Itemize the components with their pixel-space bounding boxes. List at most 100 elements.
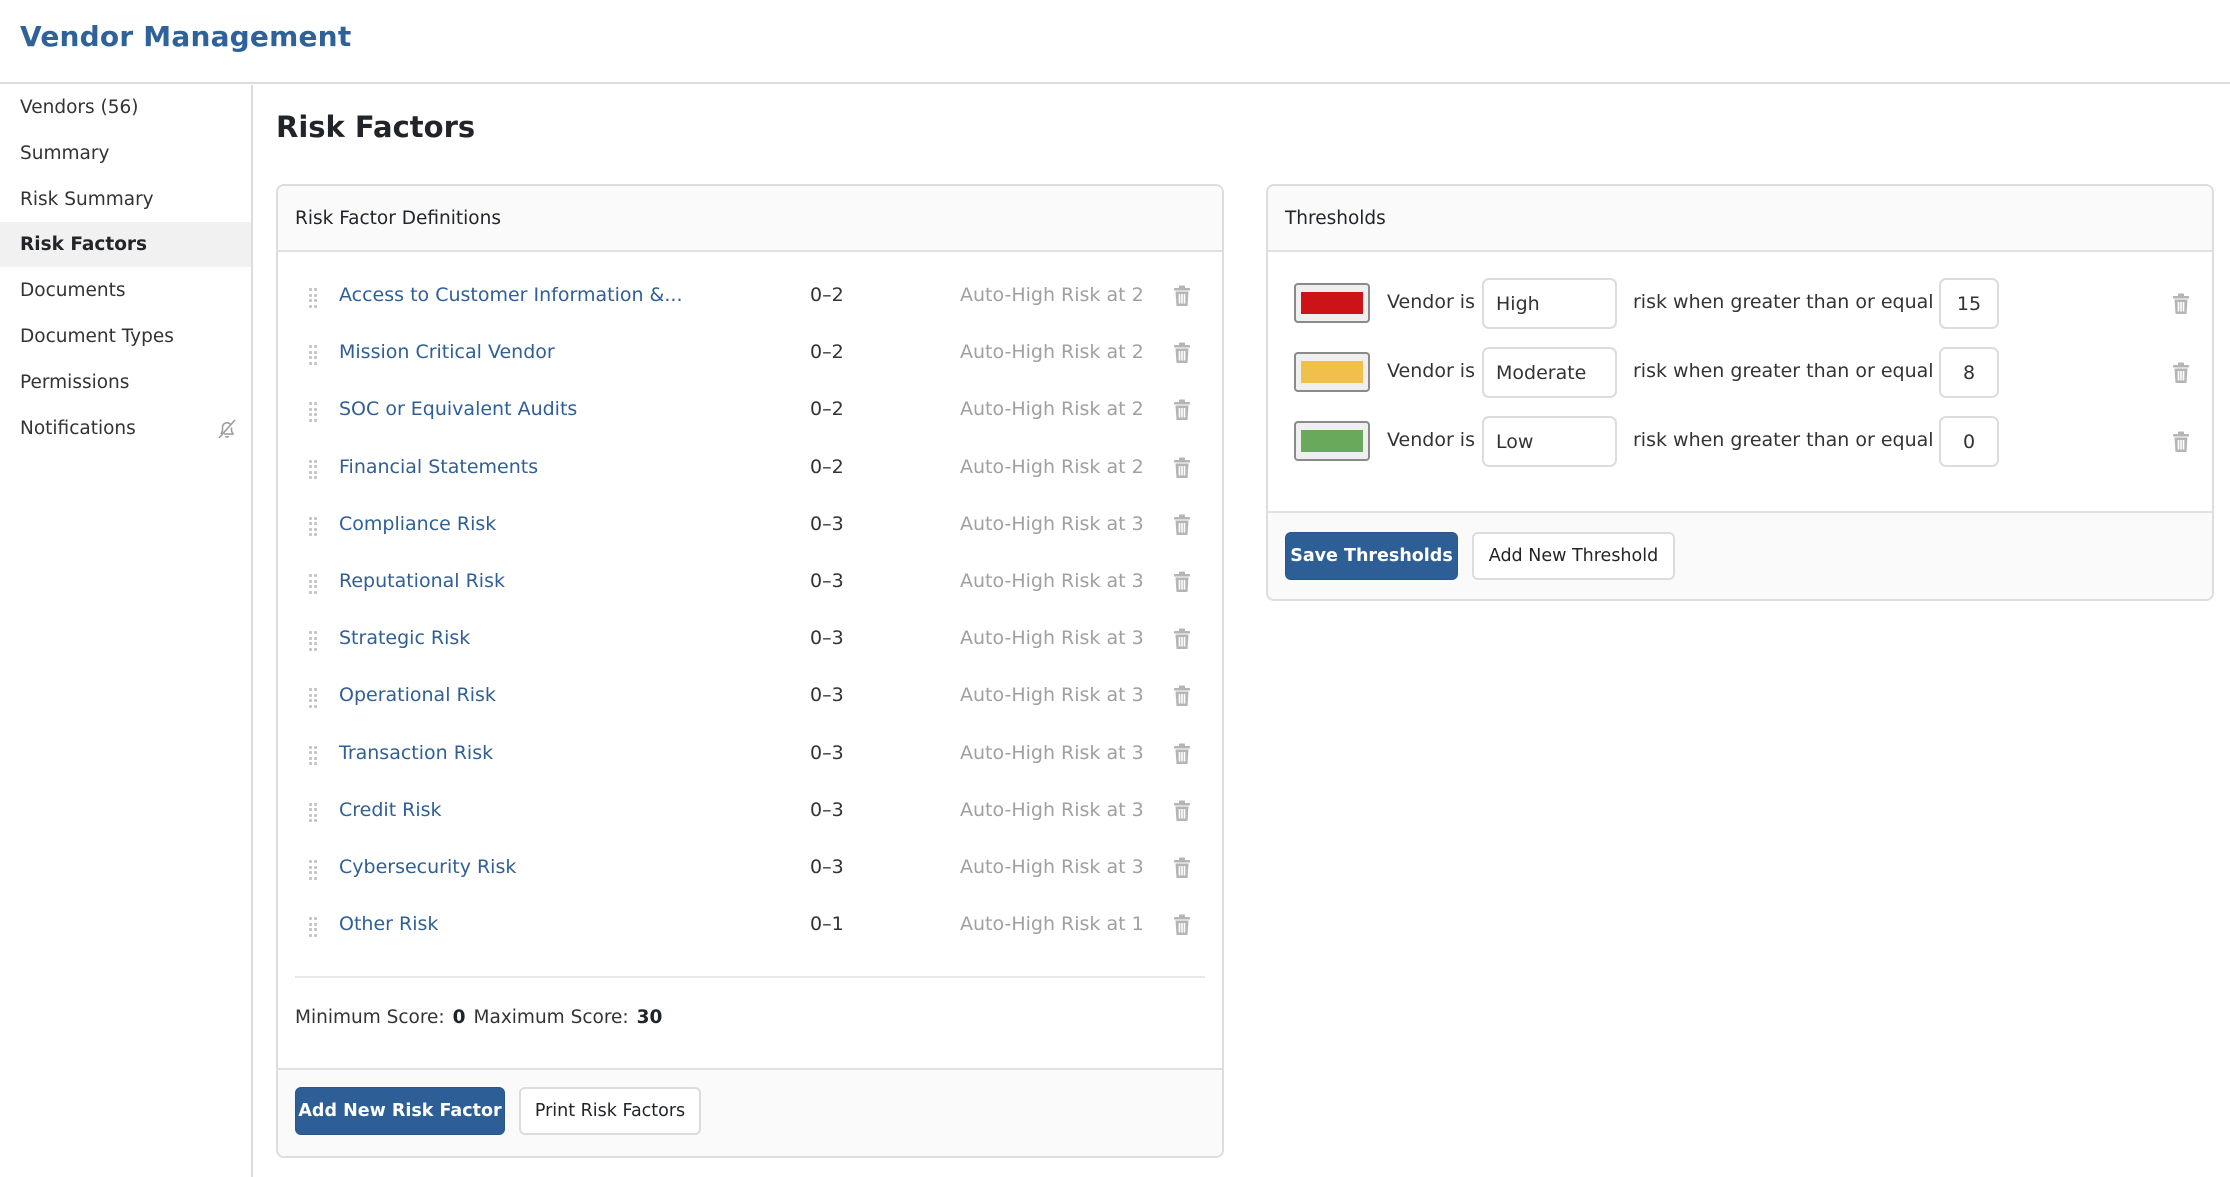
- trash-icon[interactable]: [2172, 293, 2190, 315]
- drag-handle-icon[interactable]: [309, 802, 319, 823]
- drag-handle-icon[interactable]: [309, 574, 319, 594]
- trash-icon[interactable]: [1173, 457, 1191, 479]
- drag-handle-icon[interactable]: [309, 745, 319, 766]
- risk-factor-range: 0–1: [810, 913, 844, 936]
- threshold-value-input[interactable]: 8: [1939, 347, 1999, 398]
- trash-icon[interactable]: [1173, 914, 1191, 936]
- sidebar-item-label: Documents: [20, 280, 126, 302]
- drag-handle-icon[interactable]: [309, 345, 319, 365]
- auto-high-risk-label: Auto-High Risk at 2: [960, 341, 1144, 364]
- sidebar-item-label: Risk Factors: [20, 234, 148, 256]
- threshold-row: Vendor is Low risk when greater than or eq…: [1268, 416, 2212, 468]
- risk-factor-name-link[interactable]: Operational Risk: [339, 684, 496, 706]
- card-footer: Add New Risk Factor Print Risk Factors: [278, 1068, 1222, 1156]
- sidebar-item-summary[interactable]: Summary: [0, 131, 251, 176]
- bell-slash-icon[interactable]: [215, 417, 239, 441]
- risk-factor-row: Cybersecurity Risk 0–3 Auto-High Risk at 3: [278, 841, 1222, 898]
- drag-handle-icon[interactable]: [309, 402, 319, 422]
- risk-factor-name-link[interactable]: Compliance Risk: [339, 513, 496, 535]
- threshold-value-input[interactable]: 0: [1939, 416, 1999, 467]
- risk-factor-row: Transaction Risk 0–3 Auto-High Risk at 3: [278, 727, 1222, 784]
- sidebar-item-notifications[interactable]: Notifications: [0, 406, 251, 451]
- risk-factor-name-link[interactable]: Access to Customer Information &...: [339, 284, 682, 306]
- threshold-label-input[interactable]: Moderate: [1482, 347, 1617, 398]
- drag-handle-icon[interactable]: [309, 459, 319, 480]
- trash-icon[interactable]: [1173, 628, 1191, 650]
- trash-icon[interactable]: [1173, 685, 1191, 707]
- auto-high-risk-label: Auto-High Risk at 2: [960, 284, 1144, 306]
- risk-factor-name-link[interactable]: Strategic Risk: [339, 627, 470, 649]
- auto-high-risk-label: Auto-High Risk at 3: [960, 741, 1144, 764]
- risk-factor-range: 0–2: [810, 455, 844, 478]
- risk-factor-row: Access to Customer Information &... 0–2 Au…: [278, 269, 1222, 326]
- risk-factor-row: Reputational Risk 0–3 Auto-High Risk at 3: [278, 555, 1222, 612]
- trash-icon[interactable]: [1173, 743, 1191, 765]
- sidebar-item-risk-factors[interactable]: Risk Factors: [0, 222, 251, 268]
- auto-high-risk-label: Auto-High Risk at 3: [960, 512, 1144, 535]
- color-picker[interactable]: [1294, 421, 1370, 461]
- risk-factor-range: 0–2: [810, 398, 844, 421]
- max-score-value: 30: [636, 1007, 663, 1028]
- threshold-prefix: Vendor is: [1387, 429, 1475, 451]
- threshold-suffix: risk when greater than or equal to: [1633, 291, 1959, 313]
- drag-handle-icon[interactable]: [309, 688, 319, 708]
- sidebar-item-label: Document Types: [20, 326, 174, 347]
- card-header: Risk Factor Definitions: [278, 186, 1222, 252]
- auto-high-risk-label: Auto-High Risk at 2: [960, 398, 1144, 421]
- add-risk-factor-button[interactable]: Add New Risk Factor: [295, 1087, 505, 1135]
- risk-factor-name-link[interactable]: Other Risk: [339, 913, 438, 935]
- auto-high-risk-label: Auto-High Risk at 2: [960, 455, 1144, 478]
- auto-high-risk-label: Auto-High Risk at 1: [960, 913, 1144, 936]
- trash-icon[interactable]: [1173, 285, 1191, 307]
- sidebar-item-vendors-56[interactable]: Vendors (56): [0, 85, 251, 130]
- auto-high-risk-label: Auto-High Risk at 3: [960, 856, 1144, 878]
- risk-factor-name-link[interactable]: Cybersecurity Risk: [339, 856, 516, 878]
- risk-factor-name-link[interactable]: Transaction Risk: [339, 742, 493, 764]
- trash-icon[interactable]: [1173, 514, 1191, 536]
- trash-icon[interactable]: [1173, 342, 1191, 364]
- risk-factor-range: 0–3: [810, 627, 844, 650]
- sidebar-item-label: Permissions: [20, 371, 130, 393]
- risk-factor-row: Mission Critical Vendor 0–2 Auto-High Risk…: [278, 326, 1222, 383]
- trash-icon[interactable]: [1173, 399, 1191, 421]
- threshold-row: Vendor is High risk when greater than or e…: [1268, 278, 2212, 330]
- auto-high-risk-label: Auto-High Risk at 3: [960, 570, 1144, 592]
- sidebar: Vendors (56) Summary Risk Summary Risk Fact…: [0, 85, 253, 1177]
- threshold-label-input[interactable]: Low: [1482, 416, 1617, 467]
- trash-icon[interactable]: [2172, 362, 2190, 384]
- threshold-suffix: risk when greater than or equal to: [1633, 360, 1959, 382]
- color-picker[interactable]: [1294, 352, 1370, 392]
- drag-handle-icon[interactable]: [309, 631, 319, 651]
- trash-icon[interactable]: [1173, 800, 1191, 822]
- min-score-label: Minimum Score:: [295, 1007, 445, 1028]
- risk-factor-name-link[interactable]: SOC or Equivalent Audits: [339, 398, 577, 420]
- color-swatch: [1301, 292, 1363, 314]
- risk-factor-name-link[interactable]: Reputational Risk: [339, 570, 505, 592]
- drag-handle-icon[interactable]: [309, 917, 319, 937]
- print-risk-factors-button[interactable]: Print Risk Factors: [519, 1087, 701, 1135]
- sidebar-item-label: Summary: [20, 142, 110, 164]
- save-thresholds-button[interactable]: Save Thresholds: [1285, 532, 1458, 580]
- trash-icon[interactable]: [1173, 857, 1191, 879]
- trash-icon[interactable]: [1173, 571, 1191, 593]
- risk-factor-name-link[interactable]: Mission Critical Vendor: [339, 341, 555, 363]
- sidebar-item-document-types[interactable]: Document Types: [0, 314, 251, 359]
- drag-handle-icon[interactable]: [309, 516, 319, 537]
- auto-high-risk-label: Auto-High Risk at 3: [960, 684, 1144, 707]
- add-threshold-button[interactable]: Add New Threshold: [1472, 532, 1675, 580]
- sidebar-item-risk-summary[interactable]: Risk Summary: [0, 177, 251, 222]
- threshold-label-input[interactable]: High: [1482, 278, 1617, 329]
- color-picker[interactable]: [1294, 283, 1370, 323]
- sidebar-item-permissions[interactable]: Permissions: [0, 360, 251, 405]
- sidebar-item-label: Vendors (56): [20, 97, 139, 118]
- risk-factor-name-link[interactable]: Credit Risk: [339, 799, 442, 821]
- drag-handle-icon[interactable]: [309, 860, 319, 880]
- risk-factor-row: Compliance Risk 0–3 Auto-High Risk at 3: [278, 498, 1222, 555]
- trash-icon[interactable]: [2172, 431, 2190, 453]
- threshold-prefix: Vendor is: [1387, 291, 1475, 313]
- risk-factor-name-link[interactable]: Financial Statements: [339, 456, 538, 478]
- drag-handle-icon[interactable]: [309, 288, 319, 308]
- threshold-value-input[interactable]: 15: [1939, 278, 1999, 329]
- sidebar-item-documents[interactable]: Documents: [0, 268, 251, 313]
- risk-factor-range: 0–3: [810, 798, 844, 821]
